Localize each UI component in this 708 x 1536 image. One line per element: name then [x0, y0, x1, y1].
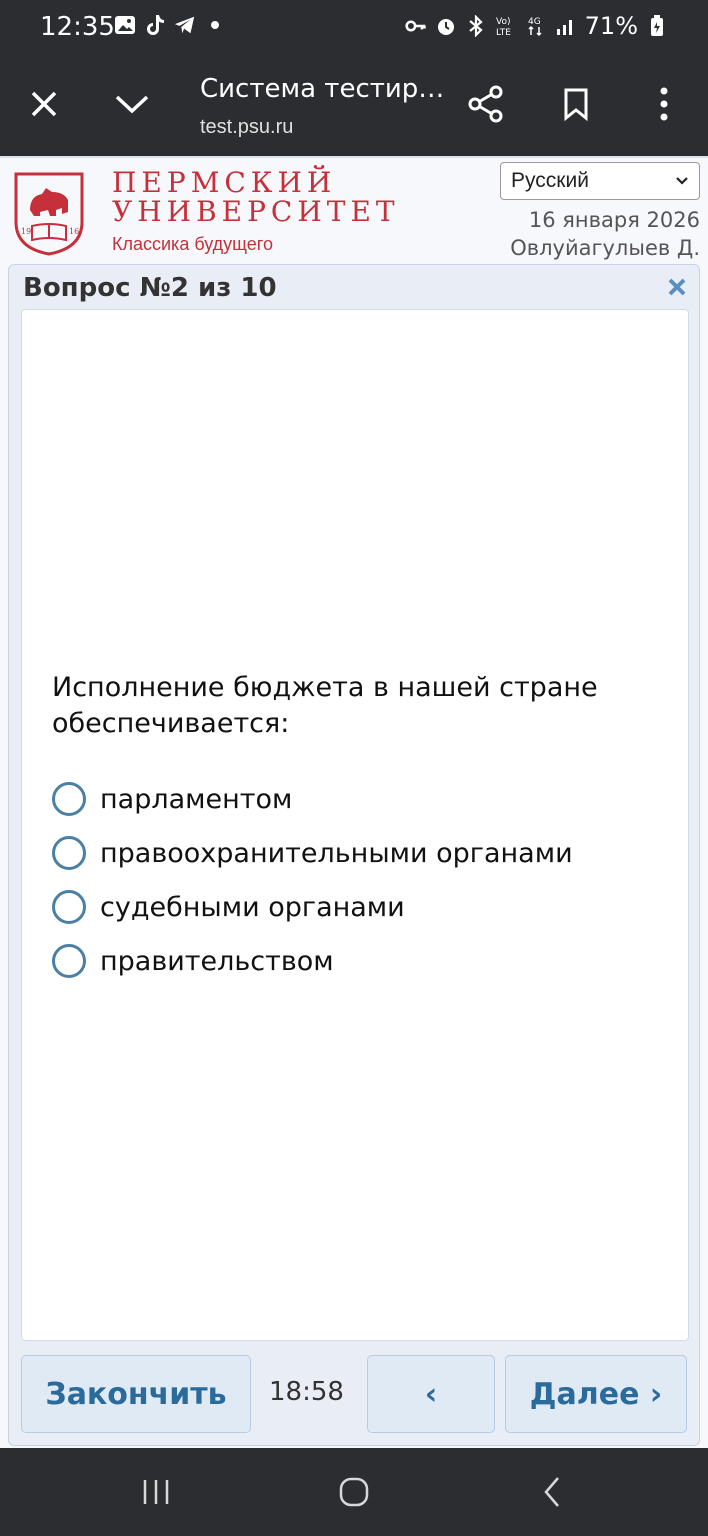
previous-button[interactable]: ‹: [367, 1355, 495, 1433]
home-icon: [339, 1477, 369, 1507]
university-logo: 19 16: [12, 170, 86, 256]
minimize-button[interactable]: [108, 80, 156, 128]
close-icon: [31, 91, 57, 117]
answer-option[interactable]: судебными органами: [52, 880, 573, 934]
answer-option-label: правоохранительными органами: [100, 837, 573, 869]
volte-icon: Vo) LTE: [495, 15, 517, 37]
next-button[interactable]: Далее ›: [505, 1355, 687, 1433]
chevron-down-icon: [115, 95, 149, 114]
share-button[interactable]: [462, 80, 510, 128]
signal-icon: [555, 15, 577, 37]
status-time: 12:35: [40, 12, 115, 42]
battery-icon: [646, 15, 668, 37]
logo-year-right: 16: [69, 227, 79, 236]
key-icon: [405, 15, 427, 37]
bookmark-icon: [564, 88, 588, 121]
close-question-button[interactable]: [667, 273, 687, 304]
radio-button[interactable]: [52, 944, 86, 978]
university-slogan: Классика будущего: [112, 234, 273, 254]
timer: 18:58: [269, 1377, 344, 1407]
current-date: 16 января 2026: [528, 208, 700, 232]
more-vertical-icon: [660, 87, 668, 121]
logo-year-left: 19: [21, 227, 31, 236]
answer-option-label: правительством: [100, 945, 334, 977]
answer-option[interactable]: парламентом: [52, 772, 573, 826]
telegram-icon: [174, 14, 196, 36]
share-icon: [468, 85, 503, 123]
question-number: Вопрос №2 из 10: [23, 273, 277, 303]
back-icon: [544, 1477, 559, 1507]
battery-percent: 71%: [584, 12, 638, 40]
bear-logo-icon: 19 16: [14, 172, 84, 256]
web-page: 19 16 ПЕРМСКИЙ УНИВЕРСИТЕТ Классика буду…: [0, 156, 708, 1448]
chevron-down-icon: [676, 177, 688, 185]
page-title: Система тестир…: [200, 74, 445, 104]
language-select[interactable]: Русский: [500, 162, 700, 200]
svg-text:4G: 4G: [528, 17, 541, 27]
question-panel: Вопрос №2 из 10 Исполнение бюджета в наш…: [8, 264, 700, 1446]
svg-text:LTE: LTE: [496, 28, 511, 37]
page-url[interactable]: test.psu.ru: [200, 116, 293, 139]
university-name-line2: УНИВЕРСИТЕТ: [112, 195, 400, 228]
bookmark-button[interactable]: [552, 80, 600, 128]
tiktok-icon: [144, 14, 166, 36]
answer-option[interactable]: правоохранительными органами: [52, 826, 573, 880]
university-name: ПЕРМСКИЙ УНИВЕРСИТЕТ: [112, 168, 400, 226]
dot-icon: [204, 14, 226, 36]
status-bar: 12:35 Vo) LTE 4G 71%: [0, 0, 708, 58]
radio-button[interactable]: [52, 782, 86, 816]
university-name-line1: ПЕРМСКИЙ: [112, 166, 337, 199]
alarm-icon: [435, 15, 457, 37]
system-nav-bar: [0, 1448, 708, 1536]
radio-button[interactable]: [52, 836, 86, 870]
user-name: Овлуйагулыев Д.: [510, 236, 700, 260]
recent-apps-icon: [143, 1480, 169, 1504]
question-text: Исполнение бюджета в нашей стране обеспе…: [52, 672, 598, 739]
4g-icon: 4G: [525, 15, 547, 37]
svg-text:Vo): Vo): [496, 17, 510, 27]
answer-option[interactable]: правительством: [52, 934, 573, 988]
status-right-icons: Vo) LTE 4G 71%: [405, 12, 668, 40]
finish-button[interactable]: Закончить: [21, 1355, 251, 1433]
close-icon: [668, 278, 686, 296]
answer-options: парламентом правоохранительными органами…: [52, 772, 573, 988]
menu-button[interactable]: [640, 80, 688, 128]
close-tab-button[interactable]: [20, 80, 68, 128]
home-button[interactable]: [332, 1470, 376, 1514]
question-box: Исполнение бюджета в нашей стране обеспе…: [21, 309, 689, 1341]
back-button[interactable]: [530, 1470, 574, 1514]
status-left-icons: [114, 14, 226, 36]
recent-apps-button[interactable]: [134, 1470, 178, 1514]
answer-option-label: парламентом: [100, 783, 293, 815]
radio-button[interactable]: [52, 890, 86, 924]
answer-option-label: судебными органами: [100, 891, 405, 923]
bluetooth-icon: [465, 15, 487, 37]
image-icon: [114, 14, 136, 36]
language-select-value: Русский: [511, 169, 589, 192]
browser-toolbar: Система тестир… test.psu.ru: [0, 58, 708, 156]
